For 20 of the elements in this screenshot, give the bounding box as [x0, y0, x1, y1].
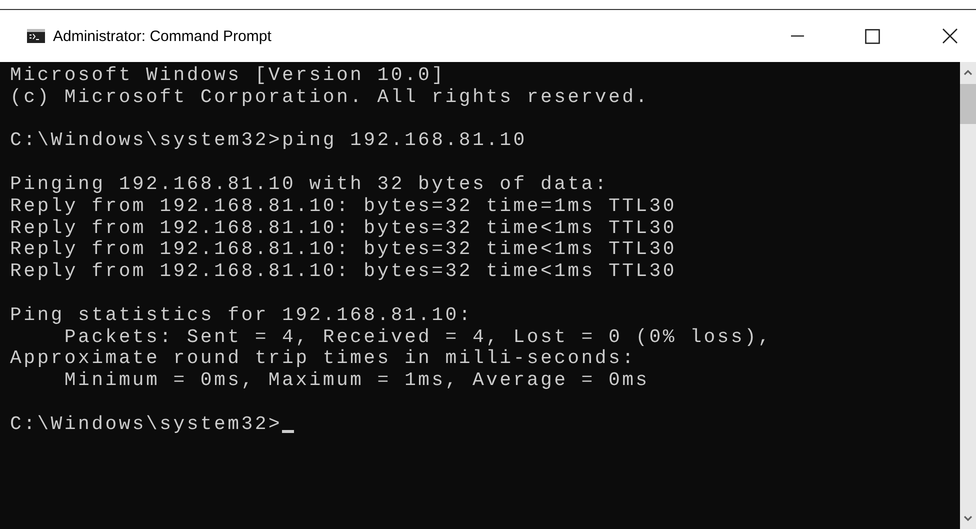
console-line: Microsoft Windows [Version 10.0] [10, 65, 446, 87]
console-app-icon [27, 29, 45, 43]
console-line: Reply from 192.168.81.10: bytes=32 time<1ms TTL30 [10, 261, 676, 283]
console-line: Pinging 192.168.81.10 with 32 bytes of data: [10, 174, 608, 196]
console-line: (c) Microsoft Corporation. All rights reserved. [10, 86, 650, 109]
minimize-icon [790, 35, 804, 37]
console-line: Reply from 192.168.81.10: bytes=32 time=1ms TTL30 [10, 196, 676, 218]
text-cursor [282, 430, 294, 433]
console-line: C:\Windows\system32>ping 192.168.81.10 [10, 130, 527, 152]
console-line: Reply from 192.168.81.10: bytes=32 time<1ms TTL30 [10, 239, 676, 262]
scrollbar-thumb[interactable] [960, 84, 976, 124]
maximize-icon [864, 28, 880, 44]
close-icon [942, 28, 958, 44]
console-line: Reply from 192.168.81.10: bytes=32 time<1ms TTL30 [10, 218, 676, 240]
console-line: Ping statistics for 192.168.81.10: [10, 304, 472, 327]
console-line: Minimum = 0ms, Maximum = 1ms, Average = 0ms [63, 370, 650, 392]
console-line: Approximate round trip times in milli-seconds: [10, 348, 636, 370]
window-title: Administrator: Command Prompt [53, 28, 272, 44]
console-line: Packets: Sent = 4, Received = 4, Lost = 0 (0% loss), [63, 326, 772, 348]
command-prompt: C:\Windows\system32> [10, 414, 282, 436]
